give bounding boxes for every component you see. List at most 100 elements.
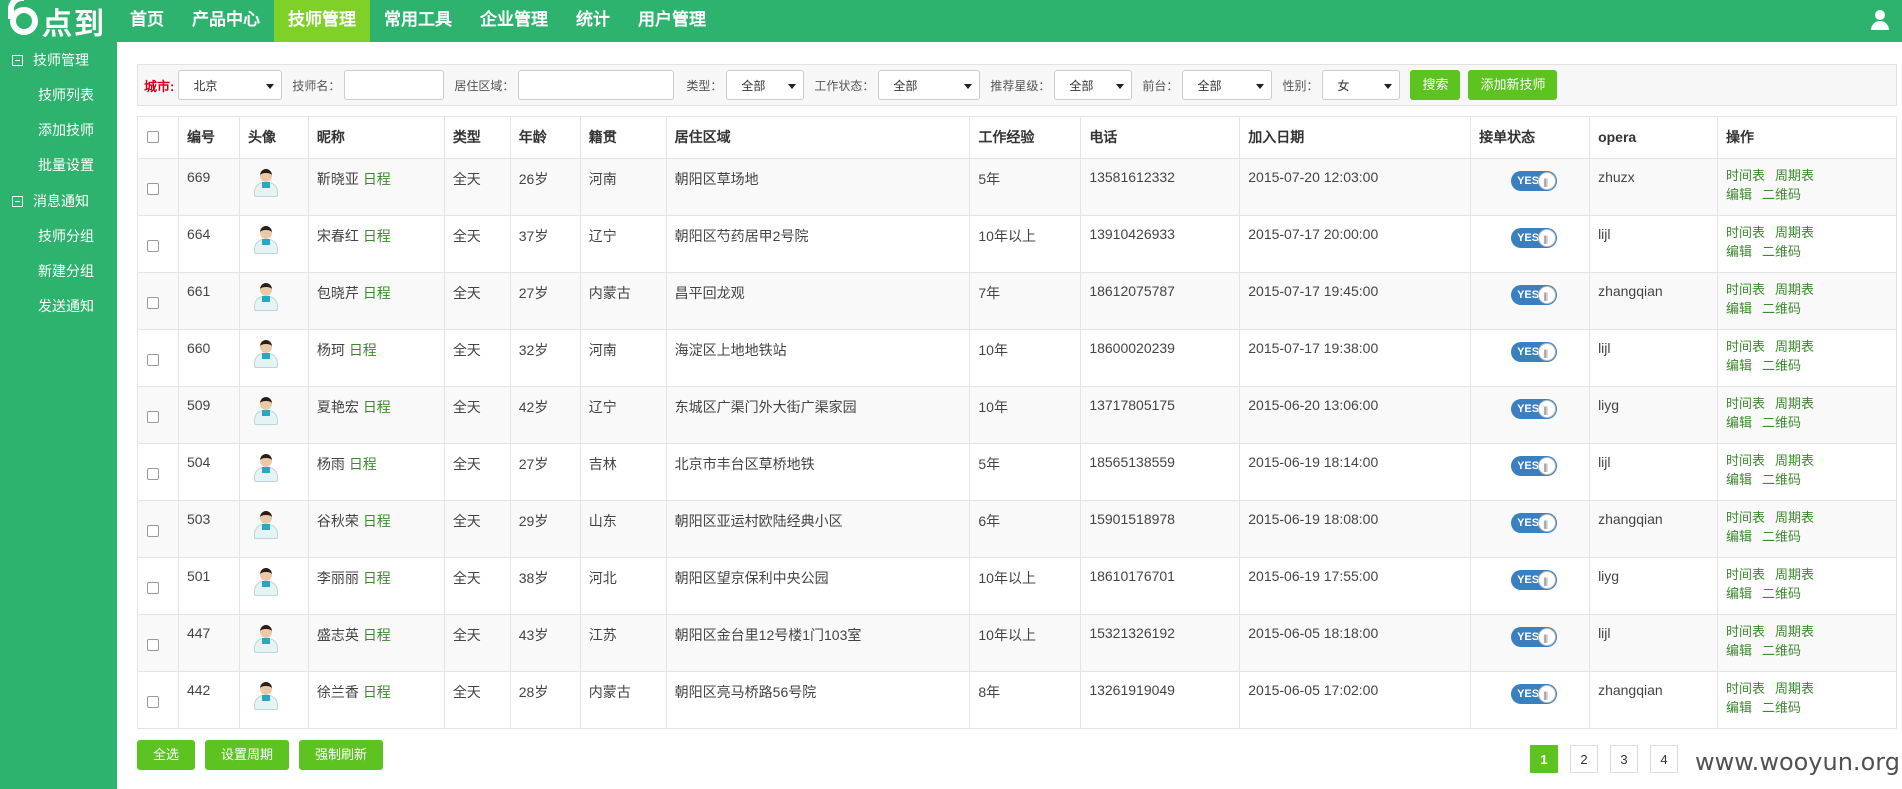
accept-toggle[interactable]: YES xyxy=(1511,456,1558,477)
timetable-link[interactable]: 时间表 xyxy=(1726,624,1765,639)
cycle-table-link[interactable]: 周期表 xyxy=(1775,225,1814,240)
edit-link[interactable]: 编辑 xyxy=(1726,244,1752,259)
cycle-table-link[interactable]: 周期表 xyxy=(1775,681,1814,696)
technician-name-input[interactable] xyxy=(344,70,445,100)
nav-technicians[interactable]: 技师管理 xyxy=(274,0,370,42)
nav-stats[interactable]: 统计 xyxy=(562,0,624,42)
schedule-link[interactable]: 日程 xyxy=(363,684,391,700)
edit-link[interactable]: 编辑 xyxy=(1726,529,1752,544)
timetable-link[interactable]: 时间表 xyxy=(1726,168,1765,183)
type-select[interactable]: 全部 xyxy=(726,70,805,100)
checkbox[interactable] xyxy=(147,240,159,252)
timetable-link[interactable]: 时间表 xyxy=(1726,339,1765,354)
schedule-link[interactable]: 日程 xyxy=(363,171,391,187)
row-checkbox-cell[interactable] xyxy=(137,386,179,444)
cycle-table-link[interactable]: 周期表 xyxy=(1775,453,1814,468)
select-all-button[interactable]: 全选 xyxy=(137,740,196,770)
timetable-link[interactable]: 时间表 xyxy=(1726,681,1765,696)
logo[interactable]: 点到 xyxy=(8,0,106,42)
sidebar-item-technician-list[interactable]: 技师列表 xyxy=(0,78,117,113)
accept-toggle[interactable]: YES xyxy=(1511,399,1558,420)
sidebar-item-send-notice[interactable]: 发送通知 xyxy=(0,289,117,324)
checkbox[interactable] xyxy=(147,525,159,537)
qrcode-link[interactable]: 二维码 xyxy=(1762,358,1801,373)
sidebar-item-batch-settings[interactable]: 批量设置 xyxy=(0,148,117,183)
nav-users[interactable]: 用户管理 xyxy=(624,0,720,42)
checkbox[interactable] xyxy=(147,696,159,708)
edit-link[interactable]: 编辑 xyxy=(1726,700,1752,715)
nav-enterprise[interactable]: 企业管理 xyxy=(466,0,562,42)
page-4[interactable]: 4 xyxy=(1650,745,1678,773)
schedule-link[interactable]: 日程 xyxy=(349,456,377,472)
row-checkbox-cell[interactable] xyxy=(137,500,179,558)
edit-link[interactable]: 编辑 xyxy=(1726,358,1752,373)
city-select[interactable]: 北京 xyxy=(178,70,283,100)
qrcode-link[interactable]: 二维码 xyxy=(1762,643,1801,658)
accept-toggle[interactable]: YES xyxy=(1511,513,1558,534)
qrcode-link[interactable]: 二维码 xyxy=(1762,415,1801,430)
row-checkbox-cell[interactable] xyxy=(137,671,179,729)
nav-home[interactable]: 首页 xyxy=(116,0,178,42)
page-3[interactable]: 3 xyxy=(1610,745,1638,773)
qrcode-link[interactable]: 二维码 xyxy=(1762,529,1801,544)
schedule-link[interactable]: 日程 xyxy=(363,228,391,244)
edit-link[interactable]: 编辑 xyxy=(1726,472,1752,487)
row-checkbox-cell[interactable] xyxy=(137,614,179,672)
set-period-button[interactable]: 设置周期 xyxy=(205,740,290,770)
checkbox[interactable] xyxy=(147,354,159,366)
user-icon[interactable] xyxy=(1870,10,1890,30)
cycle-table-link[interactable]: 周期表 xyxy=(1775,624,1814,639)
row-checkbox-cell[interactable] xyxy=(137,443,179,501)
row-checkbox-cell[interactable] xyxy=(137,158,179,216)
accept-toggle[interactable]: YES xyxy=(1511,684,1558,705)
select-all-checkbox-cell[interactable] xyxy=(137,116,179,159)
edit-link[interactable]: 编辑 xyxy=(1726,415,1752,430)
edit-link[interactable]: 编辑 xyxy=(1726,301,1752,316)
edit-link[interactable]: 编辑 xyxy=(1726,187,1752,202)
schedule-link[interactable]: 日程 xyxy=(349,342,377,358)
timetable-link[interactable]: 时间表 xyxy=(1726,282,1765,297)
checkbox[interactable] xyxy=(147,131,159,143)
qrcode-link[interactable]: 二维码 xyxy=(1762,244,1801,259)
sidebar-item-technician-groups[interactable]: 技师分组 xyxy=(0,219,117,254)
schedule-link[interactable]: 日程 xyxy=(363,513,391,529)
checkbox[interactable] xyxy=(147,297,159,309)
sidebar-item-add-technician[interactable]: 添加技师 xyxy=(0,113,117,148)
checkbox[interactable] xyxy=(147,639,159,651)
cycle-table-link[interactable]: 周期表 xyxy=(1775,567,1814,582)
qrcode-link[interactable]: 二维码 xyxy=(1762,586,1801,601)
accept-toggle[interactable]: YES xyxy=(1511,171,1558,192)
cycle-table-link[interactable]: 周期表 xyxy=(1775,282,1814,297)
accept-toggle[interactable]: YES xyxy=(1511,285,1558,306)
status-select[interactable]: 全部 xyxy=(878,70,981,100)
timetable-link[interactable]: 时间表 xyxy=(1726,567,1765,582)
cycle-table-link[interactable]: 周期表 xyxy=(1775,168,1814,183)
timetable-link[interactable]: 时间表 xyxy=(1726,510,1765,525)
cycle-table-link[interactable]: 周期表 xyxy=(1775,396,1814,411)
area-input[interactable] xyxy=(518,70,675,100)
schedule-link[interactable]: 日程 xyxy=(363,570,391,586)
qrcode-link[interactable]: 二维码 xyxy=(1762,187,1801,202)
row-checkbox-cell[interactable] xyxy=(137,557,179,615)
row-checkbox-cell[interactable] xyxy=(137,329,179,387)
gender-select[interactable]: 女 xyxy=(1322,70,1401,100)
timetable-link[interactable]: 时间表 xyxy=(1726,453,1765,468)
checkbox[interactable] xyxy=(147,468,159,480)
nav-tools[interactable]: 常用工具 xyxy=(370,0,466,42)
search-button[interactable]: 搜索 xyxy=(1410,70,1461,100)
front-select[interactable]: 全部 xyxy=(1182,70,1273,100)
accept-toggle[interactable]: YES xyxy=(1511,228,1558,249)
edit-link[interactable]: 编辑 xyxy=(1726,643,1752,658)
qrcode-link[interactable]: 二维码 xyxy=(1762,301,1801,316)
sidebar-group-notifications[interactable]: 消息通知 xyxy=(0,183,117,219)
cycle-table-link[interactable]: 周期表 xyxy=(1775,510,1814,525)
row-checkbox-cell[interactable] xyxy=(137,215,179,273)
page-1[interactable]: 1 xyxy=(1530,745,1558,773)
checkbox[interactable] xyxy=(147,183,159,195)
star-select[interactable]: 全部 xyxy=(1054,70,1133,100)
timetable-link[interactable]: 时间表 xyxy=(1726,225,1765,240)
sidebar-item-new-group[interactable]: 新建分组 xyxy=(0,254,117,289)
force-refresh-button[interactable]: 强制刷新 xyxy=(299,740,384,770)
checkbox[interactable] xyxy=(147,411,159,423)
cycle-table-link[interactable]: 周期表 xyxy=(1775,339,1814,354)
